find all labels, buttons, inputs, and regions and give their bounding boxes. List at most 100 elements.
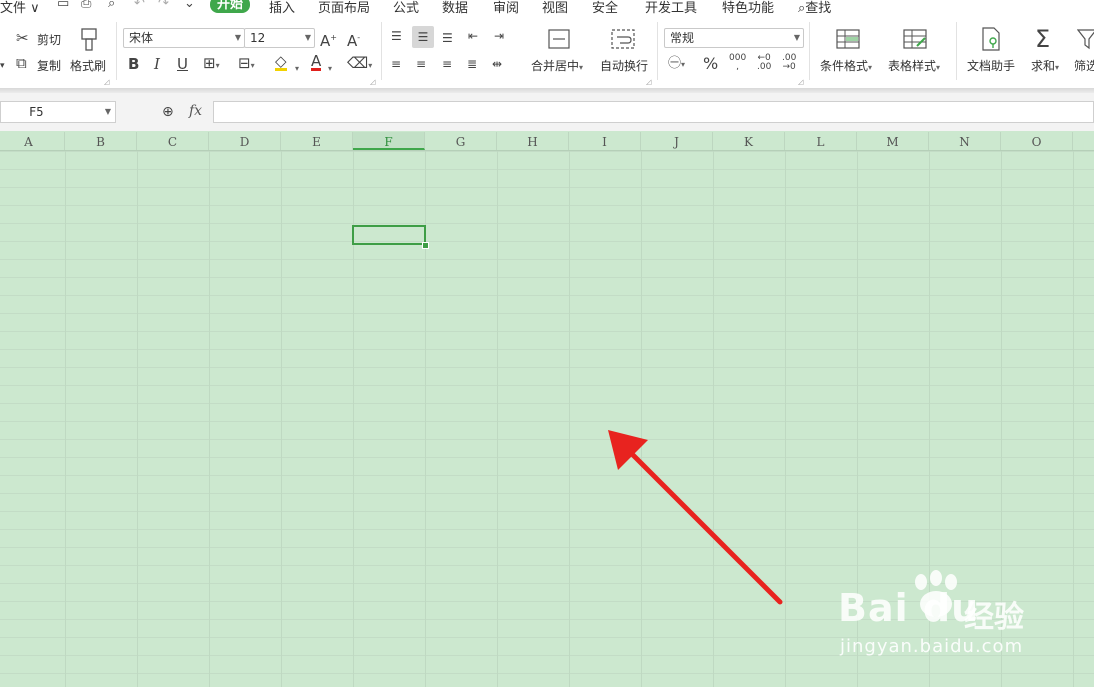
doc-assistant-icon[interactable] (980, 26, 1002, 52)
cell-reference: F5 (29, 105, 44, 119)
fill-color-chevron-icon[interactable]: ▾ (295, 58, 299, 77)
paste-dropdown-icon[interactable]: ▾ (0, 58, 5, 74)
tab-bar: 文件 ∨ ▭ ⎙ ⌕ ↶ ↷ ⌄ 开始 插入 页面布局 公式 数据 审阅 视图 … (0, 0, 1094, 14)
font-color-chevron-icon[interactable]: ▾ (328, 58, 332, 77)
divider (657, 22, 658, 80)
increase-decimal-icon[interactable]: ←0.00 (757, 54, 771, 72)
formula-input[interactable] (213, 101, 1094, 123)
align-bottom-icon[interactable]: ☰ (442, 30, 453, 46)
column-header[interactable]: O (1001, 132, 1073, 150)
name-box[interactable]: F5 ▼ (0, 101, 116, 123)
align-middle-icon[interactable]: ☰ (412, 26, 434, 48)
column-header[interactable]: C (137, 132, 209, 150)
align-center-icon[interactable]: ≡ (416, 56, 426, 72)
wrap-text-icon[interactable] (611, 28, 635, 50)
font-size-value: 12 (250, 31, 266, 45)
align-top-icon[interactable]: ☰ (391, 28, 402, 44)
wrap-text-button[interactable]: 自动换行 (600, 57, 648, 74)
merge-center-button[interactable]: 合并居中▾ (531, 57, 583, 74)
annotation-arrow-icon (608, 430, 783, 605)
format-painter-button[interactable]: 格式刷 (70, 57, 106, 74)
undo-icon[interactable]: ↶ (134, 0, 145, 11)
tab-page-layout[interactable]: 页面布局 (318, 0, 370, 14)
justify-icon[interactable]: ≣ (467, 56, 477, 72)
column-header[interactable]: M (857, 132, 929, 150)
font-color-icon[interactable]: A (311, 54, 322, 71)
search-box[interactable]: ⌕查找 (798, 0, 831, 14)
column-header[interactable]: G (425, 132, 497, 150)
merge-center-icon[interactable] (548, 28, 570, 50)
align-right-icon[interactable]: ≡ (442, 56, 452, 72)
column-header[interactable]: E (281, 132, 353, 150)
decrease-indent-icon[interactable]: ⇤ (468, 28, 478, 44)
percent-icon[interactable]: % (703, 56, 718, 72)
print-icon[interactable]: ⎙ (81, 0, 91, 11)
doc-assistant-button[interactable]: 文档助手 (967, 57, 1015, 74)
column-header[interactable]: A (0, 132, 65, 150)
tab-view[interactable]: 视图 (542, 0, 568, 14)
column-header[interactable]: H (497, 132, 569, 150)
tab-data[interactable]: 数据 (442, 0, 468, 14)
border-icon[interactable]: ⊞▾ (203, 55, 220, 74)
filter-button[interactable]: 筛选 (1074, 57, 1094, 74)
fill-handle[interactable] (422, 242, 429, 249)
tab-security[interactable]: 安全 (592, 0, 618, 14)
column-header[interactable]: L (785, 132, 857, 150)
zoom-search-icon[interactable]: ⊕ (162, 104, 174, 120)
increase-font-icon[interactable]: A+ (320, 30, 337, 49)
column-header[interactable]: B (65, 132, 137, 150)
sum-icon[interactable]: Σ (1035, 26, 1050, 52)
fill-color-icon[interactable]: ◇ (275, 54, 287, 71)
tab-formulas[interactable]: 公式 (393, 0, 419, 14)
eraser-icon[interactable]: ⌫▾ (347, 55, 372, 74)
tab-developer[interactable]: 开发工具 (645, 0, 697, 14)
copy-button[interactable]: 复制 (37, 57, 61, 74)
filter-icon[interactable] (1077, 28, 1094, 50)
font-size-select[interactable]: 12 ▼ (244, 28, 315, 48)
table-style-icon[interactable] (903, 28, 927, 50)
table-style-button[interactable]: 表格样式▾ (888, 57, 940, 74)
divider (809, 22, 810, 80)
redo-icon[interactable]: ↷ (158, 0, 169, 11)
cell-style-icon[interactable]: ⊟▾ (238, 55, 255, 74)
currency-icon[interactable]: ㊀▾ (668, 56, 685, 73)
thousands-separator-icon[interactable]: 000, (729, 54, 746, 72)
tab-home[interactable]: 开始 (210, 0, 251, 13)
chevron-down-icon: ▾ (936, 63, 941, 72)
fx-icon[interactable]: fx (189, 103, 202, 119)
cut-button[interactable]: 剪切 (37, 31, 61, 48)
tab-review[interactable]: 审阅 (493, 0, 519, 14)
sum-label: 求和 (1031, 59, 1056, 73)
column-header[interactable]: N (929, 132, 1001, 150)
watermark-label: 经验 (964, 600, 1024, 635)
tab-insert[interactable]: 插入 (269, 0, 295, 14)
file-menu[interactable]: 文件 ∨ (0, 0, 40, 14)
distribute-icon[interactable]: ⇹ (492, 56, 502, 72)
decrease-decimal-icon[interactable]: .00 →0 (782, 54, 796, 72)
column-header-selected[interactable]: F (353, 132, 425, 150)
italic-icon[interactable]: I (154, 56, 160, 72)
underline-icon[interactable]: U (177, 56, 188, 72)
column-header[interactable]: K (713, 132, 785, 150)
align-left-icon[interactable]: ≡ (391, 56, 401, 72)
bold-icon[interactable]: B (128, 56, 139, 72)
watermark-url: jingyan.baidu.com (840, 636, 1024, 657)
sum-button[interactable]: 求和▾ (1031, 57, 1059, 74)
save-icon[interactable]: ▭ (57, 0, 69, 11)
conditional-format-icon[interactable] (836, 28, 860, 50)
column-header[interactable]: I (569, 132, 641, 150)
print-preview-icon[interactable]: ⌕ (108, 0, 115, 11)
chevron-down-icon[interactable]: ▼ (105, 107, 111, 116)
conditional-format-button[interactable]: 条件格式▾ (820, 57, 872, 74)
format-painter-icon[interactable] (78, 28, 100, 52)
tab-special[interactable]: 特色功能 (722, 0, 774, 14)
decrease-font-icon[interactable]: A- (347, 30, 360, 49)
column-header[interactable]: D (209, 132, 281, 150)
chevron-down-icon: ▼ (304, 33, 311, 42)
active-cell[interactable] (352, 225, 426, 245)
font-name-select[interactable]: 宋体 ▼ (123, 28, 245, 48)
customize-chevron-icon[interactable]: ⌄ (184, 0, 195, 11)
increase-indent-icon[interactable]: ⇥ (494, 28, 504, 44)
column-header[interactable]: J (641, 132, 713, 150)
number-format-select[interactable]: 常规 ▼ (664, 28, 804, 48)
